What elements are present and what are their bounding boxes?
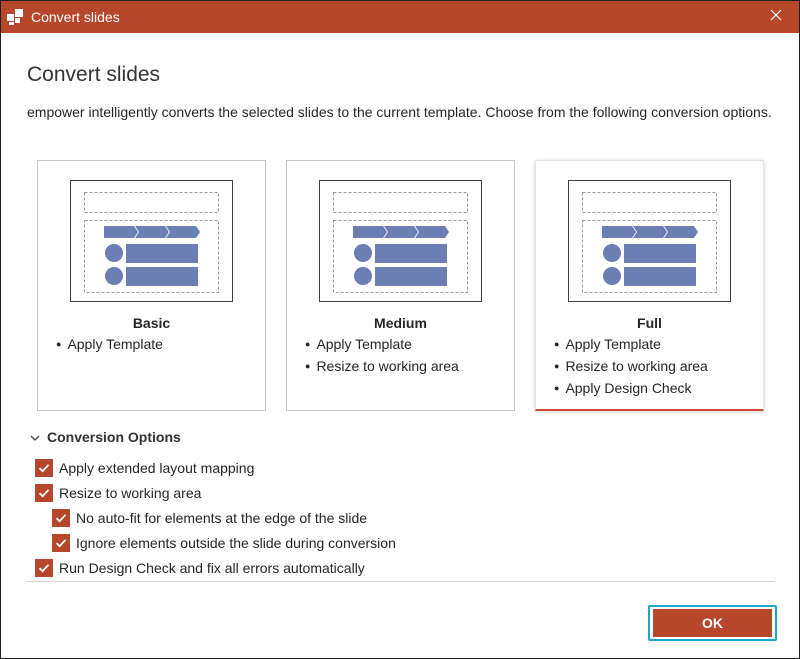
dialog-heading: Convert slides	[27, 63, 161, 86]
card-feature-item: Apply Template	[554, 334, 708, 356]
option-label: Resize to working area	[59, 485, 202, 501]
conversion-card-medium[interactable]: Medium Apply Template Resize to working …	[286, 160, 515, 411]
conversion-options-label: Conversion Options	[47, 429, 181, 445]
checkbox-checked-icon[interactable]	[35, 559, 53, 577]
card-feature-item: Apply Template	[56, 334, 162, 356]
card-feature-item: Resize to working area	[554, 356, 707, 378]
card-feature-item: Apply Template	[305, 334, 459, 356]
dialog-description: empower intelligently converts the selec…	[27, 104, 772, 120]
checkbox-checked-icon[interactable]	[52, 509, 70, 527]
card-title: Basic	[132, 315, 171, 331]
option-label: Run Design Check and fix all errors auto…	[59, 560, 365, 576]
card-feature-list: Apply Template Resize to working area Ap…	[554, 334, 708, 400]
option-label: Apply extended layout mapping	[59, 460, 255, 476]
option-run-design-check[interactable]: Run Design Check and fix all errors auto…	[35, 559, 365, 577]
window-title: Convert slides	[31, 9, 120, 25]
conversion-card-basic[interactable]: Basic Apply Template	[37, 160, 266, 411]
checkbox-checked-icon[interactable]	[52, 534, 70, 552]
slide-layout-thumbnail	[70, 180, 233, 307]
card-feature-list: Apply Template	[56, 334, 162, 356]
option-no-auto-fit[interactable]: No auto-fit for elements at the edge of …	[52, 509, 367, 527]
close-button[interactable]	[753, 1, 799, 33]
app-logo-icon	[7, 9, 23, 25]
conversion-options-toggle[interactable]: Conversion Options	[29, 428, 181, 446]
chevron-down-icon	[29, 431, 41, 443]
checkbox-checked-icon[interactable]	[35, 459, 53, 477]
option-label: Ignore elements outside the slide during…	[76, 535, 396, 551]
option-resize-working-area[interactable]: Resize to working area	[35, 484, 201, 502]
slide-layout-thumbnail	[319, 180, 482, 307]
card-feature-item: Resize to working area	[305, 356, 458, 378]
card-feature-item: Apply Design Check	[554, 378, 708, 400]
convert-slides-dialog: Convert slides Convert slides empower in…	[0, 0, 800, 659]
ok-button[interactable]: OK	[653, 609, 772, 637]
title-bar: Convert slides	[1, 1, 799, 33]
option-label: No auto-fit for elements at the edge of …	[76, 510, 368, 526]
option-ignore-outside-elements[interactable]: Ignore elements outside the slide during…	[52, 534, 396, 552]
footer-divider	[27, 581, 775, 582]
card-title: Full	[637, 315, 662, 331]
checkbox-checked-icon[interactable]	[35, 484, 53, 502]
option-extended-layout-mapping[interactable]: Apply extended layout mapping	[35, 459, 254, 477]
close-icon	[770, 8, 782, 26]
conversion-card-full[interactable]: Full Apply Template Resize to working ar…	[535, 160, 764, 411]
card-title: Medium	[374, 315, 427, 331]
slide-layout-thumbnail	[568, 180, 731, 307]
card-feature-list: Apply Template Resize to working area	[305, 334, 459, 378]
